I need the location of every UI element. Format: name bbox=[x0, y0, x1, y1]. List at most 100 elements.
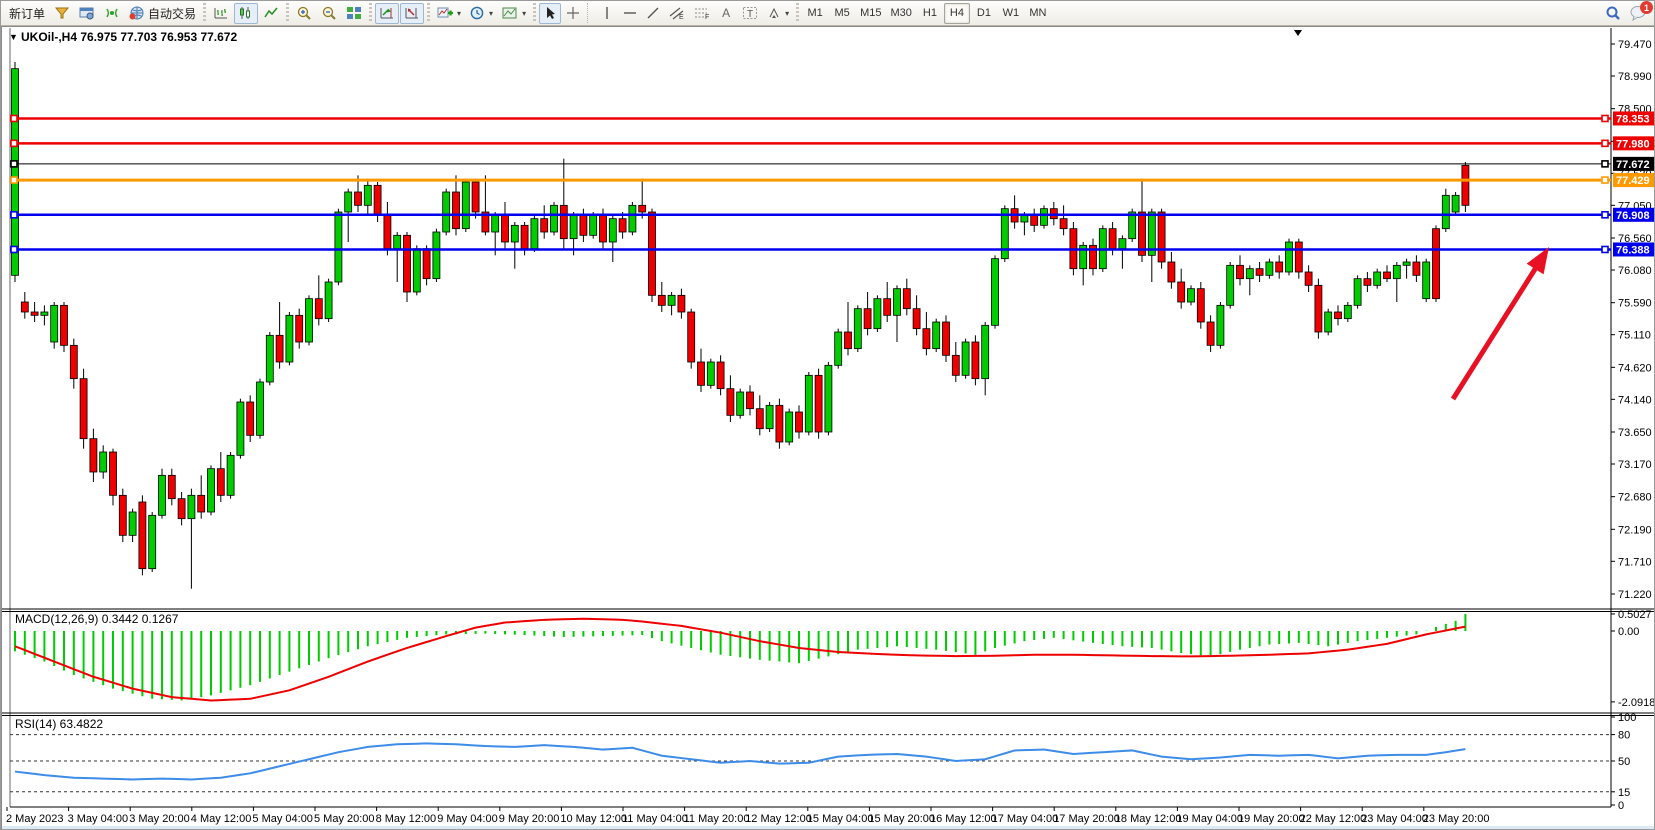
market-watch-button[interactable] bbox=[50, 3, 74, 24]
equidistant-channel-tool-button[interactable]: E bbox=[665, 3, 689, 24]
bear-candle[interactable] bbox=[1158, 212, 1165, 262]
bull-candle[interactable] bbox=[766, 405, 773, 428]
bull-candle[interactable] bbox=[590, 215, 597, 235]
line-chart-type-button[interactable] bbox=[259, 3, 283, 24]
bear-candle[interactable] bbox=[649, 212, 656, 295]
bull-candle[interactable] bbox=[335, 212, 342, 282]
bull-candle[interactable] bbox=[786, 412, 793, 442]
bear-candle[interactable] bbox=[1109, 229, 1116, 249]
hline-left-handle[interactable] bbox=[11, 177, 17, 183]
bull-candle[interactable] bbox=[609, 219, 616, 242]
bear-candle[interactable] bbox=[1237, 265, 1244, 278]
hline-right-handle[interactable] bbox=[1602, 212, 1608, 218]
bear-candle[interactable] bbox=[1295, 242, 1302, 272]
hline-right-handle[interactable] bbox=[1602, 115, 1608, 121]
bull-candle[interactable] bbox=[188, 495, 195, 518]
trendline-tool-button[interactable] bbox=[642, 3, 664, 24]
timeframe-button-mn[interactable]: MN bbox=[1025, 3, 1051, 24]
bear-candle[interactable] bbox=[864, 309, 871, 329]
bull-candle[interactable] bbox=[1286, 242, 1293, 272]
bear-candle[interactable] bbox=[110, 452, 117, 495]
tile-windows-button[interactable] bbox=[342, 3, 366, 24]
bull-candle[interactable] bbox=[208, 469, 215, 512]
bear-candle[interactable] bbox=[1207, 322, 1214, 345]
auto-scroll-button[interactable] bbox=[375, 3, 399, 24]
bear-candle[interactable] bbox=[355, 192, 362, 205]
bull-candle[interactable] bbox=[531, 219, 538, 249]
bull-candle[interactable] bbox=[668, 295, 675, 305]
bull-candle[interactable] bbox=[394, 235, 401, 248]
bear-candle[interactable] bbox=[296, 315, 303, 342]
bull-candle[interactable] bbox=[1452, 195, 1459, 212]
hline-left-handle[interactable] bbox=[11, 115, 17, 121]
hline-left-handle[interactable] bbox=[11, 246, 17, 252]
bull-candle[interactable] bbox=[629, 205, 636, 232]
bull-candle[interactable] bbox=[1188, 289, 1195, 302]
bear-candle[interactable] bbox=[198, 495, 205, 512]
data-window-button[interactable] bbox=[75, 3, 99, 24]
bull-candle[interactable] bbox=[1001, 209, 1008, 259]
bear-candle[interactable] bbox=[1315, 285, 1322, 332]
bull-candle[interactable] bbox=[1325, 312, 1332, 332]
bull-candle[interactable] bbox=[835, 332, 842, 365]
hline-left-handle[interactable] bbox=[11, 212, 17, 218]
timeframe-button-w1[interactable]: W1 bbox=[998, 3, 1024, 24]
bear-candle[interactable] bbox=[1031, 215, 1038, 225]
hline-right-handle[interactable] bbox=[1602, 140, 1608, 146]
bear-candle[interactable] bbox=[453, 192, 460, 229]
bull-candle[interactable] bbox=[159, 475, 166, 515]
bear-candle[interactable] bbox=[521, 225, 528, 248]
auto-trading-button[interactable]: 自动交易 bbox=[125, 3, 200, 24]
bear-candle[interactable] bbox=[600, 215, 607, 242]
signal-button[interactable] bbox=[100, 3, 124, 24]
bull-candle[interactable] bbox=[12, 69, 19, 276]
bear-candle[interactable] bbox=[727, 389, 734, 416]
bull-candle[interactable] bbox=[325, 282, 332, 319]
timeframe-button-d1[interactable]: D1 bbox=[971, 3, 997, 24]
bear-candle[interactable] bbox=[1178, 282, 1185, 302]
bear-candle[interactable] bbox=[1413, 262, 1420, 275]
bear-candle[interactable] bbox=[119, 495, 126, 535]
label-tool-button[interactable]: T bbox=[738, 3, 762, 24]
bear-candle[interactable] bbox=[972, 342, 979, 379]
bull-candle[interactable] bbox=[1403, 262, 1410, 265]
bear-candle[interactable] bbox=[815, 375, 822, 432]
chart-canvas[interactable]: 79.47078.99078.50078.01077.53077.05076.5… bbox=[2, 27, 1655, 830]
bear-candle[interactable] bbox=[1305, 272, 1312, 285]
bull-candle[interactable] bbox=[1119, 239, 1126, 249]
bear-candle[interactable] bbox=[384, 215, 391, 248]
bull-candle[interactable] bbox=[413, 249, 420, 292]
bear-candle[interactable] bbox=[21, 302, 28, 312]
bull-candle[interactable] bbox=[1344, 305, 1351, 318]
chart-shift-button[interactable] bbox=[400, 3, 424, 24]
bull-candle[interactable] bbox=[129, 512, 136, 535]
bull-candle[interactable] bbox=[933, 322, 940, 349]
bear-candle[interactable] bbox=[247, 402, 254, 435]
shapes-tool-button[interactable]: ▾ bbox=[763, 3, 793, 24]
bear-candle[interactable] bbox=[1276, 262, 1283, 272]
bear-candle[interactable] bbox=[845, 332, 852, 349]
add-indicator-button[interactable]: ▾ bbox=[433, 3, 465, 24]
bear-candle[interactable] bbox=[70, 345, 77, 378]
bear-candle[interactable] bbox=[796, 412, 803, 432]
bear-candle[interactable] bbox=[580, 215, 587, 235]
bull-candle[interactable] bbox=[825, 365, 832, 432]
bear-candle[interactable] bbox=[943, 322, 950, 355]
bear-candle[interactable] bbox=[560, 205, 567, 238]
hline-left-handle[interactable] bbox=[11, 140, 17, 146]
bear-candle[interactable] bbox=[756, 409, 763, 429]
bull-candle[interactable] bbox=[345, 192, 352, 212]
text-tool-button[interactable]: A bbox=[715, 3, 737, 24]
bull-candle[interactable] bbox=[462, 182, 469, 229]
bear-candle[interactable] bbox=[541, 219, 548, 232]
bull-candle[interactable] bbox=[1227, 265, 1234, 305]
search-button[interactable] bbox=[1601, 3, 1625, 24]
bull-candle[interactable] bbox=[51, 305, 58, 342]
bear-candle[interactable] bbox=[747, 392, 754, 409]
bull-candle[interactable] bbox=[894, 289, 901, 316]
bull-candle[interactable] bbox=[443, 192, 450, 232]
bear-candle[interactable] bbox=[923, 329, 930, 349]
bull-candle[interactable] bbox=[1021, 215, 1028, 222]
bull-candle[interactable] bbox=[962, 342, 969, 375]
bull-candle[interactable] bbox=[854, 309, 861, 349]
